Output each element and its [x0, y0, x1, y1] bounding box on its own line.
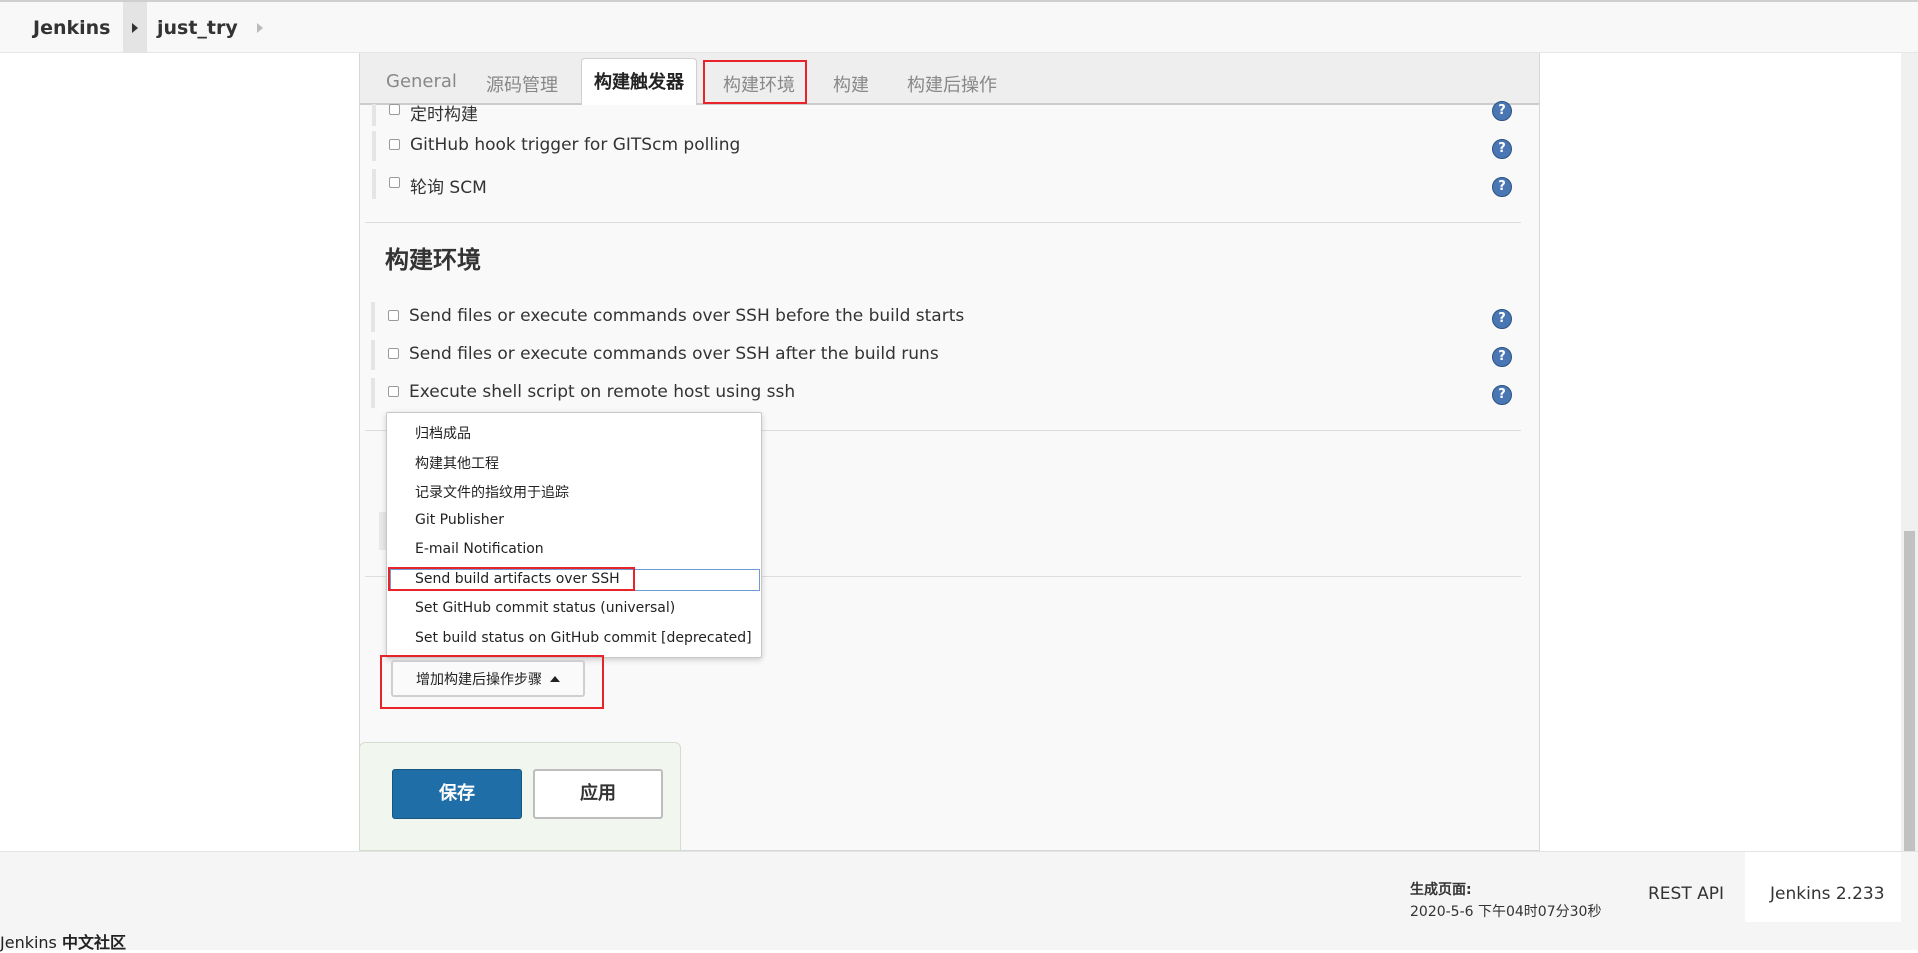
- community-link[interactable]: Jenkins 中文社区: [0, 929, 126, 953]
- tab-bar-overlay: General 源码管理 构建触发器 构建环境 构建 构建后操作: [360, 53, 1539, 105]
- menu-item-archive-artifacts[interactable]: 归档成品: [415, 423, 471, 443]
- apply-button[interactable]: 应用: [533, 769, 663, 819]
- help-icon[interactable]: ?: [1492, 385, 1512, 405]
- annotation-highlight-add-step: [380, 655, 604, 709]
- menu-item-git-publisher[interactable]: Git Publisher: [415, 512, 504, 528]
- checkbox-remote-shell[interactable]: [388, 386, 399, 397]
- scrollbar-thumb[interactable]: [1904, 531, 1915, 903]
- build-env-title: 构建环境: [385, 246, 481, 274]
- menu-item-github-build-status[interactable]: Set build status on GitHub commit [depre…: [415, 630, 752, 646]
- save-button[interactable]: 保存: [392, 769, 522, 819]
- tab-scm[interactable]: 源码管理: [486, 71, 558, 97]
- env-label: Execute shell script on remote host usin…: [409, 382, 796, 402]
- trigger-label: 轮询 SCM: [410, 178, 487, 198]
- env-label: Send files or execute commands over SSH …: [409, 344, 939, 364]
- footer-generated-label: 生成页面:: [1410, 882, 1472, 898]
- annotation-highlight-env-tab: [703, 60, 807, 104]
- footer-generated-time: 2020-5-6 下午04时07分30秒: [1410, 904, 1602, 920]
- section-divider: [365, 222, 1521, 223]
- breadcrumb-project[interactable]: just_try: [157, 17, 238, 39]
- chevron-right-icon: [257, 22, 263, 33]
- tab-build[interactable]: 构建: [833, 71, 869, 97]
- annotation-highlight-send-ssh: [388, 567, 635, 591]
- chevron-right-icon: [132, 22, 138, 33]
- breadcrumb-dropdown-button[interactable]: [123, 2, 147, 53]
- breadcrumb-jenkins[interactable]: Jenkins: [33, 17, 110, 39]
- jenkins-version-link[interactable]: Jenkins 2.233: [1770, 884, 1885, 904]
- help-icon[interactable]: ?: [1492, 309, 1512, 329]
- help-icon[interactable]: ?: [1492, 139, 1512, 159]
- checkbox-ssh-after[interactable]: [388, 348, 399, 359]
- page-scrollbar[interactable]: [1901, 53, 1918, 903]
- checkbox-ssh-before[interactable]: [388, 310, 399, 321]
- rest-api-link[interactable]: REST API: [1648, 884, 1724, 904]
- checkbox-poll-scm[interactable]: [389, 177, 400, 188]
- menu-item-email-notification[interactable]: E-mail Notification: [415, 541, 544, 557]
- menu-item-record-fingerprints[interactable]: 记录文件的指纹用于追踪: [415, 482, 569, 502]
- trigger-label: GitHub hook trigger for GITScm polling: [410, 135, 741, 155]
- menu-item-github-commit-status[interactable]: Set GitHub commit status (universal): [415, 600, 675, 616]
- tab-post-build-actions[interactable]: 构建后操作: [907, 71, 997, 97]
- tab-general[interactable]: General: [386, 71, 457, 92]
- help-icon[interactable]: ?: [1492, 347, 1512, 367]
- help-icon[interactable]: ?: [1492, 177, 1512, 197]
- help-icon[interactable]: ?: [1492, 101, 1512, 121]
- breadcrumb-bar: Jenkins just_try: [0, 0, 1918, 53]
- menu-item-build-other-projects[interactable]: 构建其他工程: [415, 453, 499, 473]
- post-build-step-menu: 归档成品 构建其他工程 记录文件的指纹用于追踪 Git Publisher E-…: [386, 412, 762, 658]
- checkbox-github-hook[interactable]: [389, 139, 400, 150]
- checkbox-periodic-build[interactable]: [389, 104, 400, 115]
- env-label: Send files or execute commands over SSH …: [409, 306, 965, 326]
- breadcrumb-project-dropdown-button[interactable]: [248, 2, 272, 53]
- page-footer: 生成页面: 2020-5-6 下午04时07分30秒 REST API Jenk…: [0, 851, 1918, 950]
- tab-build-triggers[interactable]: 构建触发器: [581, 58, 697, 105]
